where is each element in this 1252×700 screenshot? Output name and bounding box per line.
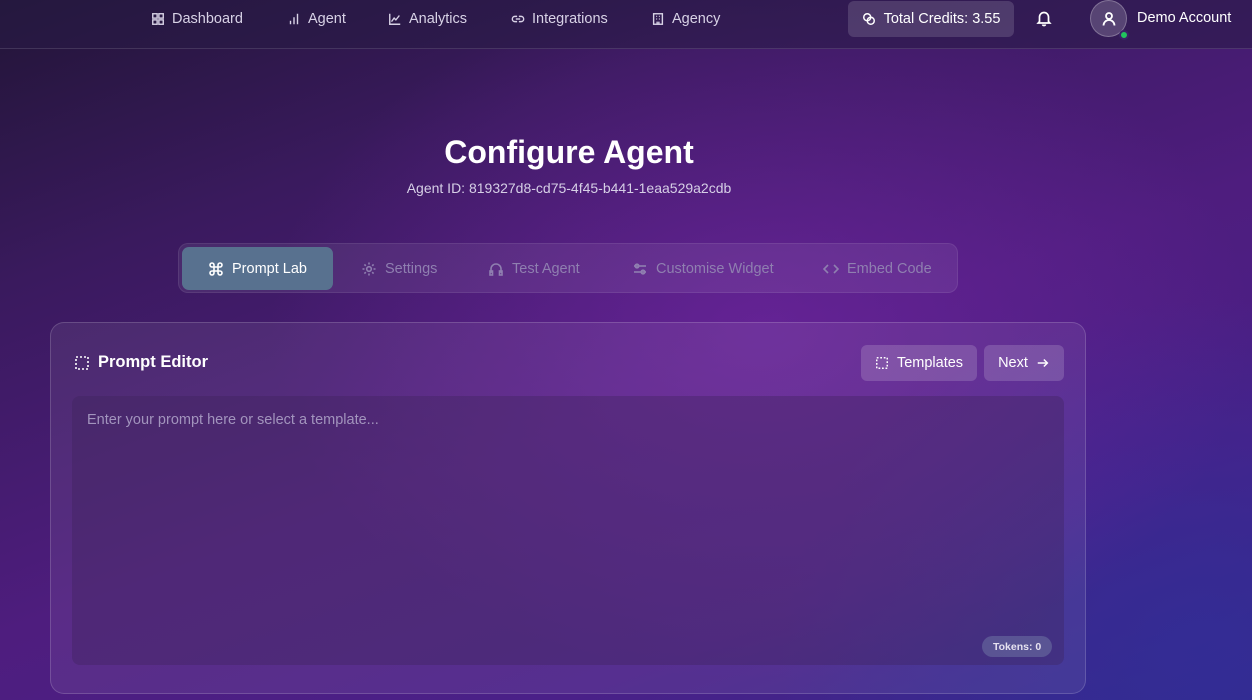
total-credits-button[interactable]: Total Credits: 3.55 [848,1,1014,37]
bell-icon [1036,11,1052,27]
tab-test-agent[interactable]: Test Agent [488,247,580,290]
bar-chart-icon [289,13,299,24]
nav-item-label: Integrations [532,10,608,27]
tab-settings[interactable]: Settings [361,247,437,290]
account-name[interactable]: Demo Account [1137,10,1231,26]
line-chart-icon [389,13,401,25]
credits-label: Total Credits: 3.55 [883,11,1001,27]
card-title-label: Prompt Editor [98,353,208,371]
sliders-icon [634,262,646,275]
agent-id: Agent ID: 819327d8-cd75-4f45-b441-1eaa52… [406,180,732,196]
dashed-square-icon [75,355,89,370]
config-tabs: Prompt Lab Settings Test Agent Customise… [178,243,958,293]
user-icon [1102,11,1115,26]
nav-item-label: Agency [672,10,721,27]
link-icon [511,15,525,22]
building-icon [652,12,664,25]
gear-icon [362,262,376,275]
tab-customise-widget[interactable]: Customise Widget [632,247,774,290]
nav-item-agency[interactable]: Agency [651,0,720,37]
page-title: Configure Agent [444,134,694,170]
tab-label: Embed Code [847,260,932,277]
audio-icon [489,262,503,276]
command-icon [209,261,223,276]
tab-prompt-lab[interactable]: Prompt Lab [182,247,333,290]
coins-icon [862,13,875,25]
nav-item-label: Agent [308,10,346,27]
notifications-button[interactable] [1035,9,1055,29]
prompt-editor-card: Prompt Editor Templates Next Tokens: 0 [50,322,1086,694]
online-status-indicator [1119,30,1129,40]
templates-button[interactable]: Templates [861,345,977,381]
token-count-badge: Tokens: 0 [982,636,1053,657]
prompt-textarea[interactable] [72,396,1064,665]
card-title: Prompt Editor [74,353,208,372]
code-icon [823,263,839,274]
nav-item-integrations[interactable]: Integrations [511,0,608,37]
arrow-right-icon [1037,358,1049,368]
tab-label: Prompt Lab [232,260,307,277]
nav-item-label: Dashboard [172,10,243,27]
nav-item-analytics[interactable]: Analytics [388,0,467,37]
nav-item-dashboard[interactable]: Dashboard [151,0,243,37]
templates-label: Templates [896,355,964,371]
next-label: Next [998,355,1028,371]
nav-item-agent[interactable]: Agent [287,0,346,37]
tab-label: Test Agent [512,260,580,277]
next-button[interactable]: Next [984,345,1064,381]
dashed-square-icon [875,357,888,369]
top-navbar: Dashboard Agent Analytics Integrations A… [0,0,1252,49]
tab-label: Settings [385,260,438,277]
dashboard-icon [152,12,164,25]
nav-item-label: Analytics [409,10,468,27]
tab-label: Customise Widget [656,260,774,277]
tab-embed-code[interactable]: Embed Code [823,247,932,290]
